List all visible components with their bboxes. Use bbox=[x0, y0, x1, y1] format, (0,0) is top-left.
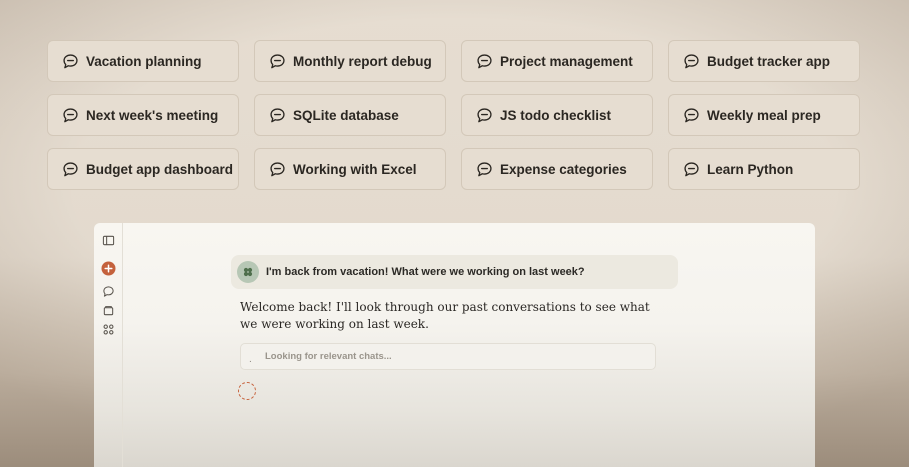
chat-bubble-icon bbox=[63, 107, 78, 122]
artifacts-icon[interactable] bbox=[102, 323, 115, 336]
chat-bubble-icon bbox=[477, 53, 492, 68]
tool-status-indicator: . bbox=[249, 354, 252, 365]
suggestion-label: JS todo checklist bbox=[500, 107, 612, 123]
chat-bubble-icon bbox=[270, 161, 285, 176]
suggestion-chip-expense-categories[interactable]: Expense categories bbox=[461, 148, 653, 190]
chat-bubble-icon bbox=[270, 107, 285, 122]
chat-bubble-icon bbox=[63, 53, 78, 68]
chat-bubble-icon bbox=[477, 161, 492, 176]
chat-window: I'm back from vacation! What were we wor… bbox=[94, 223, 815, 467]
suggestion-chip-learn-python[interactable]: Learn Python bbox=[668, 148, 860, 190]
chat-bubble-icon bbox=[684, 107, 699, 122]
chat-bubble-icon bbox=[270, 53, 285, 68]
suggestion-grid: Vacation planning Monthly report debug P… bbox=[47, 40, 860, 190]
suggestion-label: Next week's meeting bbox=[86, 107, 219, 123]
suggestion-chip-budget-tracker-app[interactable]: Budget tracker app bbox=[668, 40, 860, 82]
sidebar-toggle-icon[interactable] bbox=[102, 234, 115, 247]
chat-bubble-icon bbox=[684, 161, 699, 176]
tool-status-text: Looking for relevant chats... bbox=[265, 351, 392, 362]
loading-spinner-icon bbox=[238, 382, 256, 400]
suggestion-label: SQLite database bbox=[293, 107, 399, 123]
sidebar-rail bbox=[94, 223, 123, 467]
chat-bubble-icon bbox=[63, 161, 78, 176]
tool-status-box[interactable]: . Looking for relevant chats... bbox=[240, 343, 656, 370]
suggestion-label: Expense categories bbox=[500, 161, 627, 177]
suggestion-chip-vacation-planning[interactable]: Vacation planning bbox=[47, 40, 239, 82]
user-message: I'm back from vacation! What were we wor… bbox=[231, 255, 678, 289]
suggestion-label: Learn Python bbox=[707, 161, 794, 177]
suggestion-label: Weekly meal prep bbox=[707, 107, 821, 123]
projects-icon[interactable] bbox=[102, 304, 115, 317]
clover-icon bbox=[243, 267, 253, 277]
chat-bubble-icon bbox=[684, 53, 699, 68]
suggestion-label: Budget app dashboard bbox=[86, 161, 234, 177]
suggestion-chip-next-weeks-meeting[interactable]: Next week's meeting bbox=[47, 94, 239, 136]
avatar bbox=[237, 261, 259, 283]
suggestion-label: Working with Excel bbox=[293, 161, 417, 177]
suggestion-chip-sqlite-database[interactable]: SQLite database bbox=[254, 94, 446, 136]
chat-bubble-icon bbox=[477, 107, 492, 122]
suggestion-chip-weekly-meal-prep[interactable]: Weekly meal prep bbox=[668, 94, 860, 136]
new-chat-icon[interactable] bbox=[101, 261, 116, 276]
suggestion-label: Budget tracker app bbox=[707, 53, 831, 69]
suggestion-chip-js-todo-checklist[interactable]: JS todo checklist bbox=[461, 94, 653, 136]
suggestion-label: Project management bbox=[500, 53, 633, 69]
assistant-message: Welcome back! I'll look through our past… bbox=[240, 300, 650, 331]
suggestion-chip-monthly-report-debug[interactable]: Monthly report debug bbox=[254, 40, 446, 82]
suggestion-chip-budget-app-dashboard[interactable]: Budget app dashboard bbox=[47, 148, 239, 190]
suggestion-label: Monthly report debug bbox=[293, 53, 432, 69]
user-message-text: I'm back from vacation! What were we wor… bbox=[266, 266, 585, 278]
chats-icon[interactable] bbox=[102, 285, 115, 298]
suggestion-chip-project-management[interactable]: Project management bbox=[461, 40, 653, 82]
suggestion-label: Vacation planning bbox=[86, 53, 202, 69]
suggestion-chip-working-with-excel[interactable]: Working with Excel bbox=[254, 148, 446, 190]
